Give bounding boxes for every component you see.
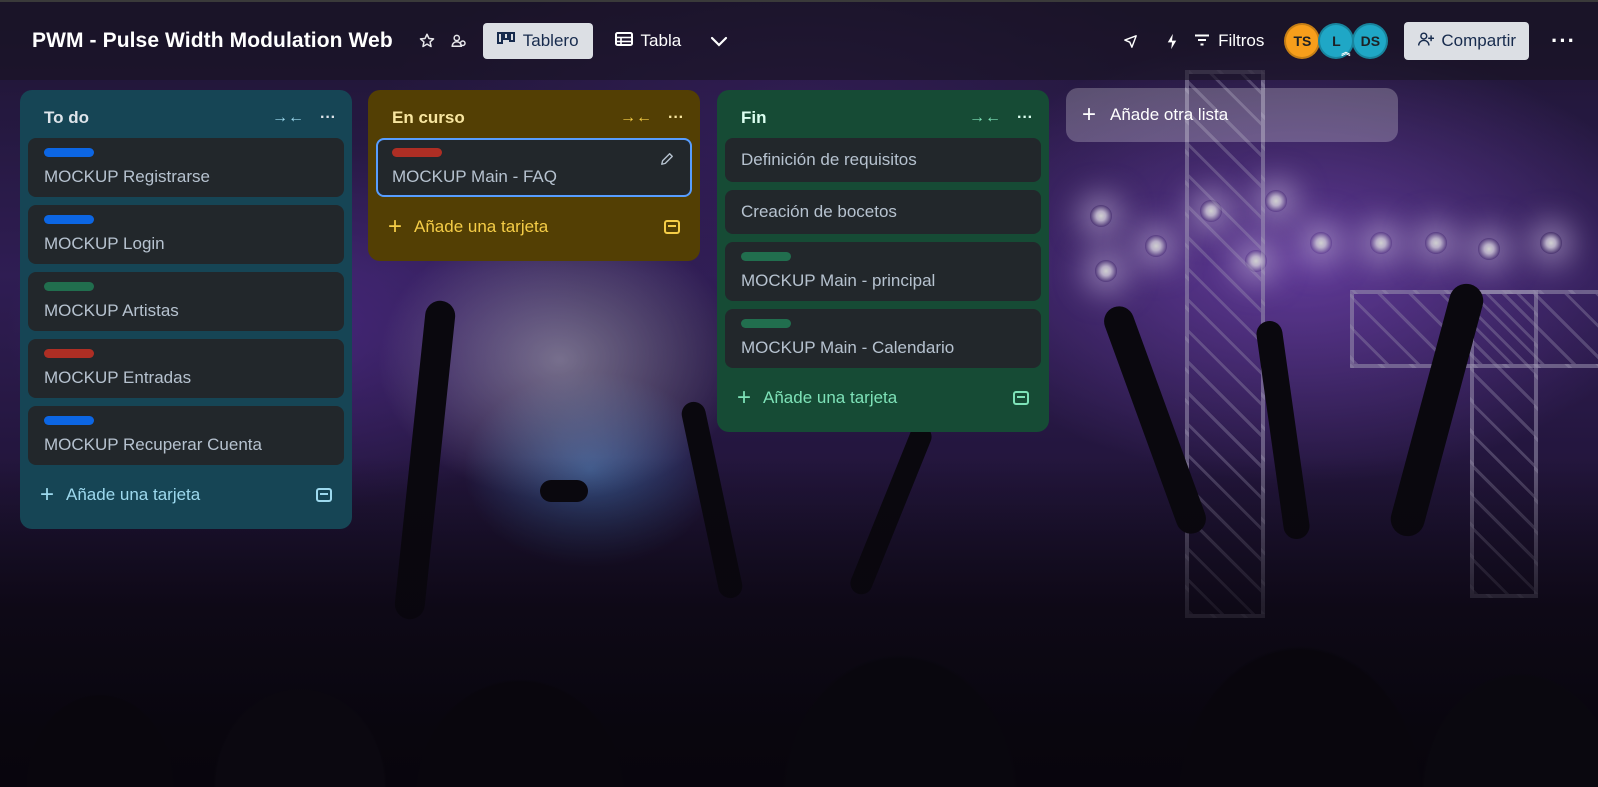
card-template-icon[interactable] bbox=[316, 488, 332, 502]
board-members: TS L ︽ DS bbox=[1284, 23, 1389, 59]
list-actions: →← ··· bbox=[969, 109, 1033, 127]
list-to-do: To do →← ··· MOCKUP Registrarse MOCKUP L… bbox=[20, 90, 352, 529]
card-label bbox=[741, 319, 791, 328]
add-card-label: Añade una tarjeta bbox=[66, 485, 201, 504]
collapse-list-icon[interactable]: →← bbox=[969, 109, 1001, 127]
filters-button[interactable]: Filtros bbox=[1194, 31, 1264, 51]
avatar[interactable]: TS bbox=[1284, 23, 1321, 59]
plus-icon: + bbox=[40, 481, 55, 508]
list-actions: →← ··· bbox=[272, 109, 336, 127]
card[interactable]: MOCKUP Registrarse bbox=[28, 138, 344, 197]
add-card-button[interactable]: + Añade una tarjeta bbox=[725, 376, 1041, 420]
card-label bbox=[44, 349, 94, 358]
card-template-icon[interactable] bbox=[664, 220, 680, 234]
collapse-list-icon[interactable]: →← bbox=[272, 109, 304, 127]
list-actions: →← ··· bbox=[620, 109, 684, 127]
add-card-label: Añade una tarjeta bbox=[763, 388, 898, 407]
list-header: En curso →← ··· bbox=[376, 98, 692, 138]
card-template-icon[interactable] bbox=[1013, 391, 1029, 405]
card[interactable]: MOCKUP Entradas bbox=[28, 339, 344, 398]
power-ups-rocket-icon[interactable] bbox=[1114, 25, 1146, 57]
star-icon[interactable] bbox=[411, 25, 443, 57]
tab-board-label: Tablero bbox=[522, 31, 579, 50]
list-title[interactable]: To do bbox=[44, 108, 272, 128]
card-title: MOCKUP Entradas bbox=[44, 368, 192, 387]
filters-label: Filtros bbox=[1218, 31, 1265, 50]
add-card-button[interactable]: + Añade una tarjeta bbox=[28, 473, 344, 517]
list-title[interactable]: Fin bbox=[741, 108, 969, 128]
card-title: MOCKUP Login bbox=[44, 234, 165, 253]
list-en-curso: En curso →← ··· MOCKUP Main - FAQ + Añad… bbox=[368, 90, 700, 261]
tab-board-view[interactable]: Tablero bbox=[482, 23, 593, 59]
automation-bolt-icon[interactable] bbox=[1156, 25, 1188, 57]
list-menu-icon[interactable]: ··· bbox=[1017, 109, 1033, 127]
card[interactable]: MOCKUP Recuperar Cuenta bbox=[28, 406, 344, 465]
card[interactable]: Creación de bocetos bbox=[725, 190, 1041, 234]
filter-icon bbox=[1194, 31, 1210, 51]
card-title: MOCKUP Registrarse bbox=[44, 167, 210, 186]
card[interactable]: MOCKUP Artistas bbox=[28, 272, 344, 331]
plus-icon: + bbox=[388, 213, 403, 240]
share-label: Compartir bbox=[1441, 31, 1517, 50]
card[interactable]: MOCKUP Login bbox=[28, 205, 344, 264]
add-list-button[interactable]: + Añade otra lista bbox=[1066, 88, 1398, 142]
card[interactable]: MOCKUP Main - principal bbox=[725, 242, 1041, 301]
card-title: MOCKUP Artistas bbox=[44, 301, 179, 320]
more-options-icon[interactable]: ··· bbox=[1551, 28, 1576, 54]
card-title: MOCKUP Main - principal bbox=[741, 271, 936, 290]
avatar-initials: L bbox=[1332, 33, 1341, 49]
workspace-visibility-icon[interactable] bbox=[443, 25, 475, 57]
list-fin: Fin →← ··· Definición de requisitos Crea… bbox=[717, 90, 1049, 432]
card-label bbox=[392, 148, 442, 157]
admin-chevron-icon: ︽ bbox=[1341, 47, 1351, 57]
pencil-edit-icon[interactable] bbox=[660, 152, 674, 170]
card-label bbox=[44, 215, 94, 224]
card[interactable]: Definición de requisitos bbox=[725, 138, 1041, 182]
card-label bbox=[44, 282, 94, 291]
card-title: MOCKUP Main - Calendario bbox=[741, 338, 955, 357]
chevron-down-icon[interactable] bbox=[703, 25, 735, 57]
add-person-icon bbox=[1417, 31, 1435, 52]
avatar[interactable]: L ︽ bbox=[1318, 23, 1355, 59]
card-label bbox=[44, 148, 94, 157]
add-card-button[interactable]: + Añade una tarjeta bbox=[376, 205, 692, 249]
list-menu-icon[interactable]: ··· bbox=[320, 109, 336, 127]
list-header: To do →← ··· bbox=[28, 98, 344, 138]
card-title: MOCKUP Main - FAQ bbox=[392, 167, 557, 186]
card-title: Creación de bocetos bbox=[741, 202, 897, 221]
share-button[interactable]: Compartir bbox=[1404, 22, 1530, 60]
plus-icon: + bbox=[1082, 101, 1097, 128]
add-list-label: Añade otra lista bbox=[1110, 105, 1229, 124]
table-icon bbox=[614, 31, 633, 51]
card-label bbox=[741, 252, 791, 261]
board-title[interactable]: PWM - Pulse Width Modulation Web bbox=[32, 29, 393, 53]
list-menu-icon[interactable]: ··· bbox=[668, 109, 684, 127]
plus-icon: + bbox=[737, 384, 752, 411]
collapse-list-icon[interactable]: →← bbox=[620, 109, 652, 127]
avatar[interactable]: DS bbox=[1352, 23, 1389, 59]
board-header: PWM - Pulse Width Modulation Web Tablero… bbox=[0, 0, 1598, 80]
tab-table-label: Tabla bbox=[640, 31, 682, 50]
card-title: Definición de requisitos bbox=[741, 150, 917, 169]
card[interactable]: MOCKUP Main - Calendario bbox=[725, 309, 1041, 368]
board-icon bbox=[496, 31, 515, 51]
card-title: MOCKUP Recuperar Cuenta bbox=[44, 435, 262, 454]
tab-table-view[interactable]: Tabla bbox=[601, 23, 696, 59]
list-header: Fin →← ··· bbox=[725, 98, 1041, 138]
card[interactable]: MOCKUP Main - FAQ bbox=[376, 138, 692, 197]
card-label bbox=[44, 416, 94, 425]
add-card-label: Añade una tarjeta bbox=[414, 217, 549, 236]
list-title[interactable]: En curso bbox=[392, 108, 620, 128]
